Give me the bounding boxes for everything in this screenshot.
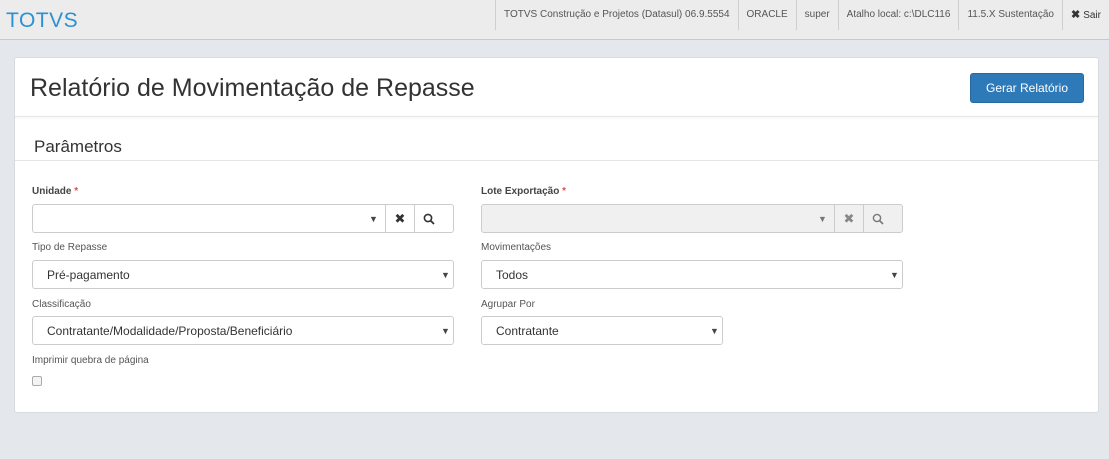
search-icon[interactable] [863, 205, 892, 232]
required-mark: * [562, 186, 567, 197]
caret-down-icon: ▼ [890, 270, 899, 280]
caret-down-icon[interactable]: ▼ [369, 214, 378, 224]
page-title: Relatório de Movimentação de Repasse [30, 74, 475, 102]
movimentacoes-label: Movimentações [481, 242, 552, 253]
exit-icon: ✖ [1070, 9, 1081, 21]
version-info: 11.5.X Sustentação [958, 0, 1062, 30]
agrupar-label: Agrupar Por [481, 299, 535, 310]
search-icon[interactable] [414, 205, 443, 232]
top-info-bar: TOTVS Construção e Projetos (Datasul) 06… [495, 0, 1109, 40]
caret-down-icon[interactable]: ▼ [818, 214, 827, 224]
quebra-checkbox[interactable] [32, 376, 42, 386]
movimentacoes-select[interactable]: Todos ▼ [481, 260, 903, 289]
tipo-repasse-value: Pré-pagamento [47, 268, 130, 282]
quebra-label: Imprimir quebra de página [32, 355, 149, 366]
lote-label: Lote Exportação * [481, 186, 566, 197]
agrupar-select[interactable]: Contratante ▼ [481, 316, 723, 345]
report-panel: Relatório de Movimentação de Repasse Ger… [14, 57, 1099, 413]
clear-icon[interactable]: ✖ [834, 205, 863, 232]
database-info: ORACLE [737, 0, 796, 30]
unidade-label-text: Unidade [32, 186, 72, 197]
tipo-repasse-label: Tipo de Repasse [32, 242, 108, 253]
exit-button[interactable]: ✖ Sair [1061, 0, 1109, 30]
classificacao-select[interactable]: Contratante/Modalidade/Proposta/Benefici… [32, 316, 454, 345]
header-divider [15, 116, 1098, 117]
exit-label: Sair [1083, 10, 1101, 21]
top-bar: TOTVS TOTVS Construção e Projetos (Datas… [0, 0, 1109, 40]
clear-icon[interactable]: ✖ [385, 205, 414, 232]
caret-down-icon: ▼ [441, 326, 450, 336]
unidade-field[interactable]: ▼ ✖ [32, 204, 454, 233]
section-divider [15, 160, 1098, 161]
brand-logo: TOTVS [6, 9, 79, 32]
user-info: super [795, 0, 838, 30]
unidade-label: Unidade * [32, 186, 78, 197]
agrupar-value: Contratante [496, 324, 559, 338]
section-title: Parâmetros [34, 137, 122, 156]
product-info: TOTVS Construção e Projetos (Datasul) 06… [495, 0, 737, 30]
required-mark: * [74, 186, 79, 197]
classificacao-label: Classificação [32, 299, 91, 310]
shortcut-info: Atalho local: c:\DLC116 [837, 0, 959, 30]
tipo-repasse-select[interactable]: Pré-pagamento ▼ [32, 260, 454, 289]
lote-field[interactable]: ▼ ✖ [481, 204, 903, 233]
caret-down-icon: ▼ [441, 270, 450, 280]
caret-down-icon: ▼ [710, 326, 719, 336]
lote-label-text: Lote Exportação [481, 186, 560, 197]
generate-report-button[interactable]: Gerar Relatório [970, 73, 1084, 103]
classificacao-value: Contratante/Modalidade/Proposta/Benefici… [47, 324, 293, 338]
movimentacoes-value: Todos [496, 268, 529, 282]
